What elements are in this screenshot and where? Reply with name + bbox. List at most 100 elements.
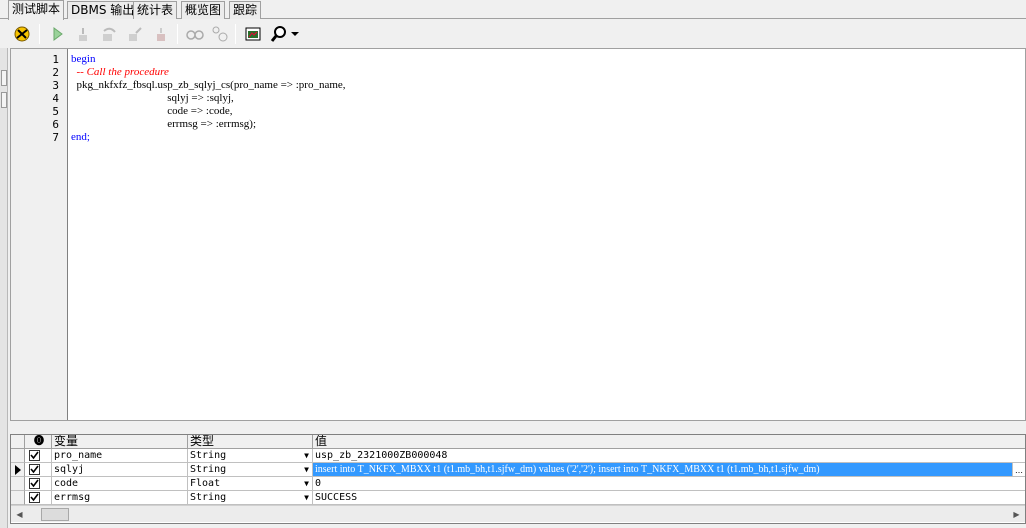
line-number: 3 bbox=[52, 79, 59, 92]
value-column-header[interactable]: 值 bbox=[313, 435, 1025, 449]
side-dock-strip bbox=[0, 48, 8, 528]
table-row[interactable]: errmsg String ▼ SUCCESS bbox=[11, 491, 1025, 505]
dock-handle[interactable] bbox=[1, 92, 7, 108]
code-comment: -- Call the procedure bbox=[71, 66, 169, 78]
check-icon[interactable] bbox=[29, 478, 40, 489]
code-line: sqlyj => :sqlyj, bbox=[71, 92, 234, 105]
debug-wizard-icon[interactable] bbox=[11, 23, 33, 45]
type-select-cell[interactable]: String ▼ bbox=[188, 491, 313, 505]
type-value: Float bbox=[190, 478, 221, 489]
code-token: begin bbox=[71, 53, 96, 65]
value-cell-selected[interactable]: insert into T_NKFX_MBXX t1 (t1.mb_bh,t1.… bbox=[313, 463, 1013, 477]
stop-icon[interactable] bbox=[150, 23, 172, 45]
scroll-right-icon[interactable]: ▶ bbox=[1008, 506, 1025, 522]
check-icon[interactable] bbox=[29, 464, 40, 475]
ellipsis-button[interactable]: … bbox=[1013, 463, 1025, 477]
check-icon[interactable] bbox=[29, 492, 40, 503]
toolbar-separator bbox=[177, 24, 178, 44]
row-indicator-header bbox=[11, 435, 25, 449]
row-indicator bbox=[11, 477, 25, 491]
horizontal-scrollbar[interactable]: ◀ ▶ bbox=[11, 505, 1025, 522]
scrollbar-thumb[interactable] bbox=[41, 508, 69, 521]
code-editor[interactable]: 1 2 3 4 5 6 7 begin -- Call the procedur… bbox=[10, 48, 1026, 421]
table-row[interactable]: sqlyj String ▼ insert into T_NKFX_MBXX t1… bbox=[11, 463, 1025, 477]
tab-dbms-output[interactable]: DBMS 输出 bbox=[67, 1, 139, 19]
type-select-cell[interactable]: Float ▼ bbox=[188, 477, 313, 491]
table-row[interactable]: code Float ▼ 0 bbox=[11, 477, 1025, 491]
tab-test-script[interactable]: 测试脚本 bbox=[8, 0, 65, 20]
variable-name-cell[interactable]: errmsg bbox=[52, 491, 188, 505]
variables-grid: ⓿ 变量 类型 值 pro_name String ▼ usp_zb_232100… bbox=[10, 434, 1026, 524]
step-into-icon[interactable] bbox=[72, 23, 94, 45]
type-value: String bbox=[190, 464, 227, 475]
code-line: begin bbox=[71, 53, 95, 66]
value-cell[interactable]: usp_zb_2321000ZB000048 bbox=[313, 449, 1025, 463]
code-line: pkg_nkfxfz_fbsql.usp_zb_sqlyj_cs(pro_nam… bbox=[71, 79, 346, 92]
breakpoint-icon[interactable] bbox=[209, 23, 231, 45]
lock-column-icon: ⓿ bbox=[25, 435, 52, 449]
code-line: end; bbox=[71, 131, 90, 144]
tab-profiler[interactable]: 概览图 bbox=[181, 1, 226, 19]
type-select-cell[interactable]: String ▼ bbox=[188, 463, 313, 477]
code-token: end; bbox=[71, 131, 90, 143]
variable-name-cell[interactable]: sqlyj bbox=[52, 463, 188, 477]
tab-bar: 测试脚本 DBMS 输出 统计表 概览图 跟踪 bbox=[0, 0, 1026, 20]
tab-statistics[interactable]: 统计表 bbox=[133, 1, 178, 19]
chevron-down-icon[interactable]: ▼ bbox=[304, 463, 309, 476]
watch-icon[interactable] bbox=[184, 23, 206, 45]
include-checkbox-cell[interactable] bbox=[25, 491, 52, 505]
variable-column-header[interactable]: 变量 bbox=[52, 435, 188, 449]
current-row-arrow-icon bbox=[11, 463, 25, 477]
line-number: 7 bbox=[52, 131, 59, 144]
find-icon[interactable] bbox=[268, 23, 290, 45]
include-checkbox-cell[interactable] bbox=[25, 449, 52, 463]
code-token: errmsg => :errmsg); bbox=[71, 118, 257, 130]
code-token: pkg_nkfxfz_fbsql.usp_zb_sqlyj_cs(pro_nam… bbox=[71, 79, 346, 91]
line-number: 4 bbox=[52, 92, 59, 105]
dock-handle[interactable] bbox=[1, 70, 7, 86]
step-over-icon[interactable] bbox=[98, 23, 120, 45]
line-number: 5 bbox=[52, 105, 59, 118]
tab-label: 跟踪 bbox=[233, 3, 258, 17]
value-cell[interactable]: SUCCESS bbox=[313, 491, 1025, 505]
tab-label: 概览图 bbox=[185, 3, 222, 17]
toolbar-separator bbox=[39, 24, 40, 44]
variable-name-cell[interactable]: code bbox=[52, 477, 188, 491]
code-token: code => :code, bbox=[71, 105, 233, 117]
grid-header-row: ⓿ 变量 类型 值 bbox=[11, 435, 1025, 449]
run-icon[interactable] bbox=[46, 23, 68, 45]
include-checkbox-cell[interactable] bbox=[25, 463, 52, 477]
type-value: String bbox=[190, 450, 227, 461]
tab-label: DBMS 输出 bbox=[71, 3, 135, 17]
line-number: 6 bbox=[52, 118, 59, 131]
code-line: -- Call the procedure bbox=[71, 66, 169, 79]
chevron-down-icon[interactable]: ▼ bbox=[304, 491, 309, 504]
type-select-cell[interactable]: String ▼ bbox=[188, 449, 313, 463]
include-checkbox-cell[interactable] bbox=[25, 477, 52, 491]
code-line: errmsg => :errmsg); bbox=[71, 118, 256, 131]
line-number-gutter: 1 2 3 4 5 6 7 bbox=[11, 49, 68, 420]
splitter-handle[interactable] bbox=[8, 421, 1026, 431]
window-icon[interactable] bbox=[242, 23, 264, 45]
chevron-down-icon[interactable]: ▼ bbox=[304, 449, 309, 462]
chevron-down-icon[interactable]: ▼ bbox=[304, 477, 309, 490]
line-number: 1 bbox=[52, 53, 59, 66]
check-icon[interactable] bbox=[29, 450, 40, 461]
dropdown-arrow-icon[interactable] bbox=[288, 23, 302, 45]
code-line: code => :code, bbox=[71, 105, 233, 118]
row-indicator bbox=[11, 449, 25, 463]
debug-toolbar bbox=[0, 20, 1026, 48]
row-indicator bbox=[11, 491, 25, 505]
type-column-header[interactable]: 类型 bbox=[188, 435, 313, 449]
tab-label: 测试脚本 bbox=[12, 2, 61, 16]
variable-name-cell[interactable]: pro_name bbox=[52, 449, 188, 463]
tab-trace[interactable]: 跟踪 bbox=[229, 1, 262, 19]
tab-label: 统计表 bbox=[137, 3, 174, 17]
value-cell[interactable]: 0 bbox=[313, 477, 1025, 491]
step-out-icon[interactable] bbox=[124, 23, 146, 45]
code-token: sqlyj => :sqlyj, bbox=[71, 92, 234, 104]
table-row[interactable]: pro_name String ▼ usp_zb_2321000ZB000048 bbox=[11, 449, 1025, 463]
type-value: String bbox=[190, 492, 227, 503]
scroll-left-icon[interactable]: ◀ bbox=[11, 506, 28, 522]
toolbar-separator bbox=[235, 24, 236, 44]
